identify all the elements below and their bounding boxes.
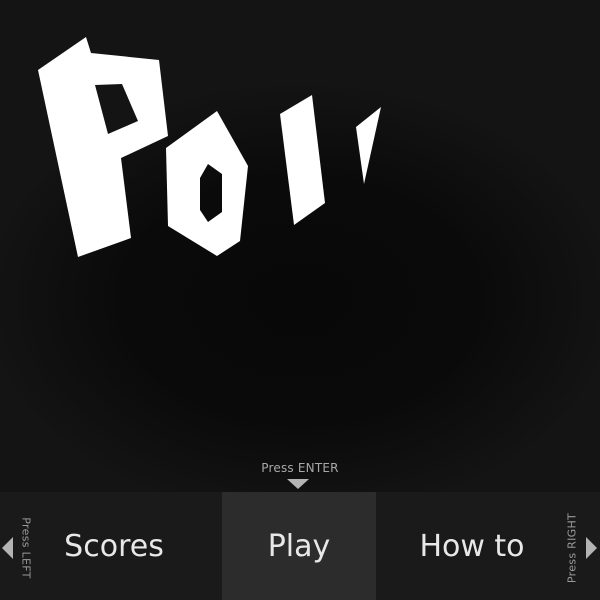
menu-item-play[interactable]: Play <box>222 492 376 600</box>
menu-bar: Scores Play How to <box>0 492 600 600</box>
triangle-down-icon <box>287 479 309 489</box>
press-right-hint: Press RIGHT <box>565 512 579 584</box>
logo-letter-l-2 <box>356 107 381 184</box>
logo-letter-l-1 <box>280 95 325 225</box>
triangle-left-icon[interactable] <box>2 537 13 559</box>
game-title-logo <box>38 37 381 257</box>
press-enter-hint: Press ENTER <box>261 461 339 475</box>
press-left-hint: Press LEFT <box>19 517 33 579</box>
logo-letter-p <box>38 37 168 257</box>
logo-letter-o <box>166 111 248 256</box>
menu-item-scores[interactable]: Scores <box>30 492 198 600</box>
menu-item-how-to[interactable]: How to <box>382 492 562 600</box>
triangle-right-icon[interactable] <box>586 537 597 559</box>
game-screen: Press ENTER Scores Play How to Press LEF… <box>0 0 600 600</box>
